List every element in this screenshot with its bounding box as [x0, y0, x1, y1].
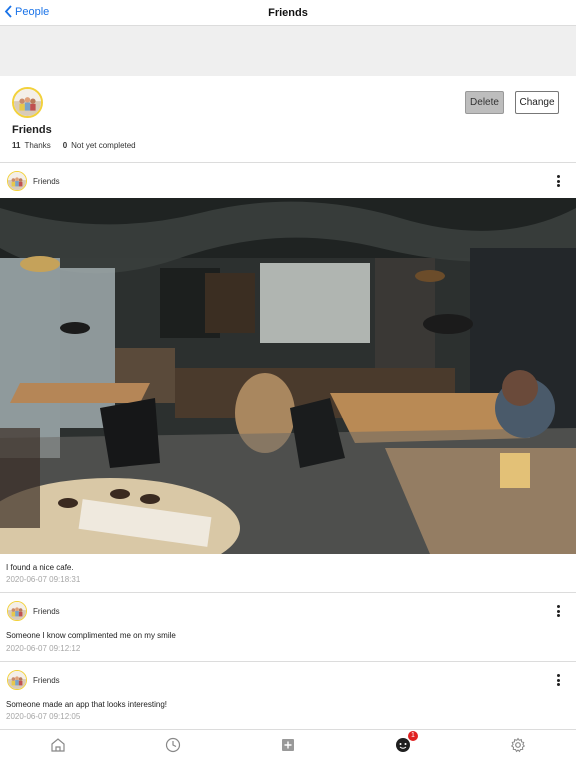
profile-section: Friends 11 Thanks 0 Not yet completed Dele… [0, 76, 576, 163]
more-options-icon[interactable] [555, 605, 561, 617]
delete-button[interactable]: Delete [465, 91, 504, 114]
more-options-icon[interactable] [555, 674, 561, 686]
tab-home[interactable] [49, 736, 67, 754]
avatar [12, 87, 43, 118]
notification-badge: 1 [408, 731, 418, 741]
profile-stats: 11 Thanks 0 Not yet completed [12, 141, 136, 150]
post-author: Friends [33, 176, 60, 186]
add-icon [282, 739, 294, 751]
header-banner [0, 26, 576, 76]
avatar [7, 171, 27, 191]
post-timestamp: 2020-06-07 09:18:31 [6, 575, 81, 584]
post-photo [0, 198, 576, 554]
tab-friends[interactable]: 1 [394, 731, 418, 754]
pending-count: 0 [62, 141, 68, 150]
thanks-stat: 11 Thanks [12, 141, 51, 150]
clock-icon [165, 737, 181, 753]
home-icon [51, 738, 65, 752]
profile-name: Friends [12, 124, 52, 136]
post-timestamp: 2020-06-07 09:12:12 [6, 644, 81, 653]
post-header: Friends [0, 594, 576, 628]
post-author: Friends [33, 606, 60, 616]
tab-history[interactable] [164, 736, 182, 754]
nav-bar: People Friends [0, 0, 576, 26]
gear-icon [510, 737, 526, 753]
tab-add[interactable] [279, 736, 297, 754]
post-text: I found a nice cafe. [6, 563, 74, 572]
post-author: Friends [33, 675, 60, 685]
post-header: Friends [0, 164, 576, 198]
pending-label: Not yet completed [71, 141, 136, 150]
page-title: Friends [268, 7, 308, 19]
change-button[interactable]: Change [515, 91, 559, 114]
tab-bar: 1 [0, 729, 576, 768]
divider [0, 661, 576, 662]
avatar [7, 601, 27, 621]
more-options-icon[interactable] [555, 175, 561, 187]
post-timestamp: 2020-06-07 09:12:05 [6, 712, 81, 721]
pending-stat: 0 Not yet completed [63, 141, 136, 150]
divider [0, 592, 576, 593]
post-header: Friends [0, 663, 576, 697]
post-text: Someone I know complimented me on my smi… [6, 631, 176, 640]
post-text: Someone made an app that looks interesti… [6, 700, 167, 709]
thanks-count: 11 [12, 141, 21, 150]
avatar [7, 670, 27, 690]
tab-settings[interactable] [509, 736, 527, 754]
thanks-label: Thanks [24, 141, 51, 150]
